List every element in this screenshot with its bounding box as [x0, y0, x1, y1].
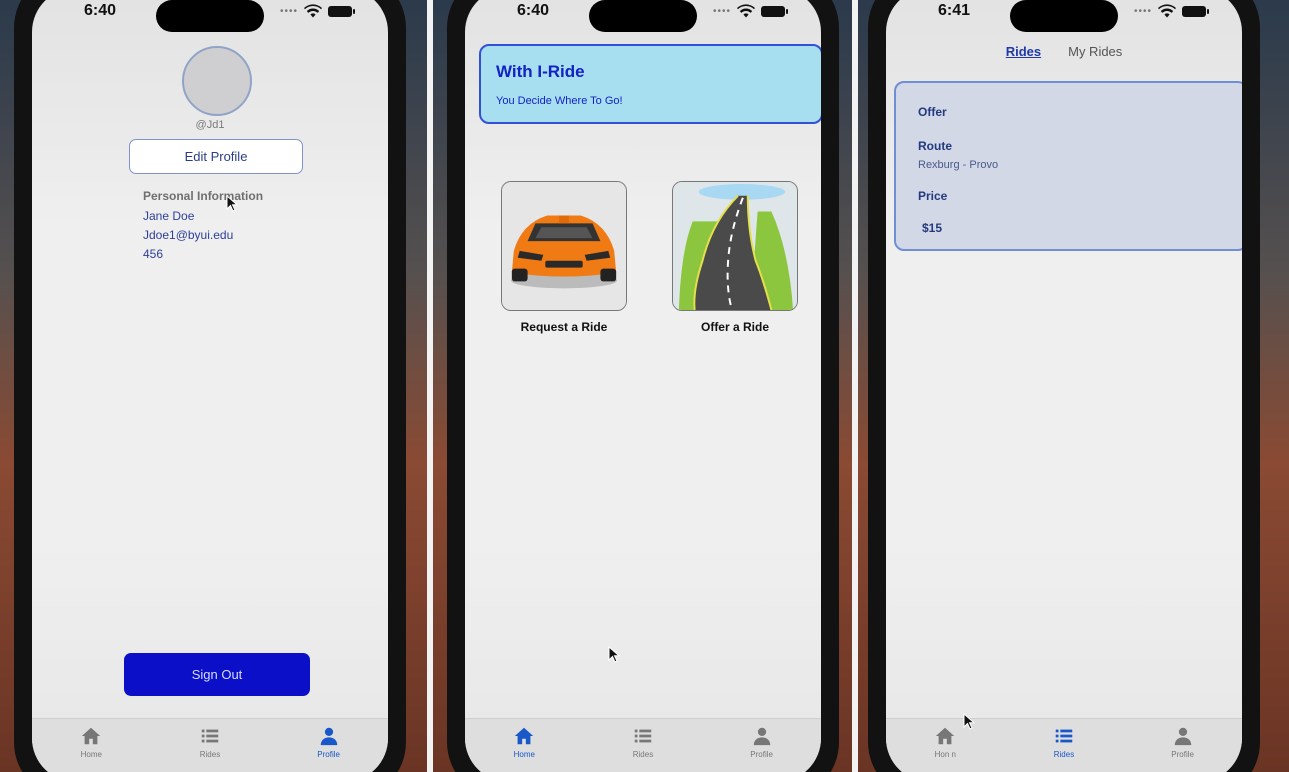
mouse-cursor-icon [608, 646, 620, 663]
tab-rides[interactable]: Rides [170, 725, 250, 772]
route-value: Rexburg - Provo [918, 159, 999, 171]
tab-profile-label: Profile [317, 750, 340, 759]
home-screen: 6:40 •••• With I-Ride You Decide Where T… [465, 0, 821, 772]
status-icons: •••• [712, 4, 788, 18]
tab-rides[interactable]: Rides [1024, 725, 1104, 772]
tab-rides[interactable]: Rides [603, 725, 683, 772]
tab-bar: Home Rides Profile [32, 718, 388, 772]
road-icon [673, 182, 797, 310]
avatar[interactable] [182, 46, 252, 116]
profile-email: Jdoe1@byui.edu [143, 228, 234, 242]
offer-ride-label[interactable]: Offer a Ride [655, 320, 815, 334]
wifi-icon [1158, 4, 1176, 18]
rides-screen: 6:41 •••• Rides My Rides Offer Route Rex… [886, 0, 1242, 772]
signal-icon: •••• [279, 5, 298, 17]
status-icons: •••• [1133, 4, 1209, 18]
subtab-rides[interactable]: Rides [1006, 44, 1041, 59]
mouse-cursor-icon [226, 195, 238, 212]
status-time: 6:40 [84, 2, 117, 19]
tab-profile-label: Profile [1171, 750, 1194, 759]
request-ride-card[interactable] [501, 181, 627, 311]
tab-rides-label: Rides [632, 750, 654, 759]
status-time: 6:41 [938, 2, 971, 19]
battery-icon [761, 5, 788, 17]
signal-icon: •••• [1133, 5, 1152, 17]
tab-profile-label: Profile [750, 750, 773, 759]
profile-screen: 6:40 •••• @Jd1 Edit Profile Personal Inf… [32, 0, 388, 772]
sports-car-icon [502, 182, 626, 310]
dynamic-island [1010, 0, 1118, 32]
price-label: Price [918, 189, 948, 203]
phone-rides: 6:41 •••• Rides My Rides Offer Route Rex… [868, 0, 1260, 772]
home-icon [515, 727, 534, 745]
home-icon [936, 727, 955, 745]
tab-home[interactable]: Home [51, 725, 131, 772]
tab-rides-label: Rides [199, 750, 221, 759]
tab-home-label: Hon n [934, 750, 956, 759]
list-icon [201, 729, 219, 743]
status-icons: •••• [279, 4, 355, 18]
dynamic-island [589, 0, 697, 32]
list-icon [1055, 729, 1073, 743]
tab-profile[interactable]: Profile [722, 725, 802, 772]
ride-type: Offer [918, 105, 947, 119]
personal-info-section: Personal Information Jane Doe Jdoe1@byui… [143, 189, 263, 266]
panel-divider-1 [427, 0, 433, 772]
tab-bar: Hon n Rides Profile [886, 718, 1242, 772]
banner-title: With I-Ride [496, 62, 585, 81]
sign-out-button[interactable]: Sign Out [124, 653, 310, 696]
offer-ride-card[interactable] [672, 181, 798, 311]
tab-bar: Home Rides Profile [465, 718, 821, 772]
tab-home[interactable]: Hon n [905, 725, 985, 772]
tab-rides-label: Rides [1053, 750, 1075, 759]
status-time: 6:40 [517, 2, 550, 19]
signal-icon: •••• [712, 5, 731, 17]
tab-profile[interactable]: Profile [1143, 725, 1223, 772]
route-label: Route [918, 139, 952, 153]
banner-subtitle: You Decide Where To Go! [496, 95, 623, 107]
person-icon [753, 727, 770, 746]
ride-offer-card[interactable]: Offer Route Rexburg - Provo Price $15 [894, 81, 1242, 251]
battery-icon [1182, 5, 1209, 17]
rides-subtabs: Rides My Rides [886, 44, 1242, 59]
request-ride-label[interactable]: Request a Ride [484, 320, 644, 334]
dynamic-island [156, 0, 264, 32]
phone-profile: 6:40 •••• @Jd1 Edit Profile Personal Inf… [14, 0, 406, 772]
tab-home[interactable]: Home [484, 725, 564, 772]
person-icon [1174, 727, 1191, 746]
tab-home-label: Home [513, 750, 535, 759]
wifi-icon [304, 4, 322, 18]
battery-icon [328, 5, 355, 17]
tab-home-label: Home [80, 750, 102, 759]
username-handle: @Jd1 [195, 119, 225, 131]
profile-id: 456 [143, 247, 164, 261]
home-icon [82, 727, 101, 745]
subtab-my-rides[interactable]: My Rides [1068, 44, 1122, 59]
list-icon [634, 729, 652, 743]
profile-name: Jane Doe [143, 209, 195, 223]
welcome-banner: With I-Ride You Decide Where To Go! [479, 44, 821, 124]
panel-divider-2 [852, 0, 858, 772]
mouse-cursor-icon [963, 713, 975, 730]
wifi-icon [737, 4, 755, 18]
tab-profile[interactable]: Profile [289, 725, 369, 772]
phone-home: 6:40 •••• With I-Ride You Decide Where T… [447, 0, 839, 772]
edit-profile-button[interactable]: Edit Profile [129, 139, 303, 174]
price-value: $15 [922, 221, 943, 235]
person-icon [320, 727, 337, 746]
personal-info-title: Personal Information [143, 189, 264, 203]
